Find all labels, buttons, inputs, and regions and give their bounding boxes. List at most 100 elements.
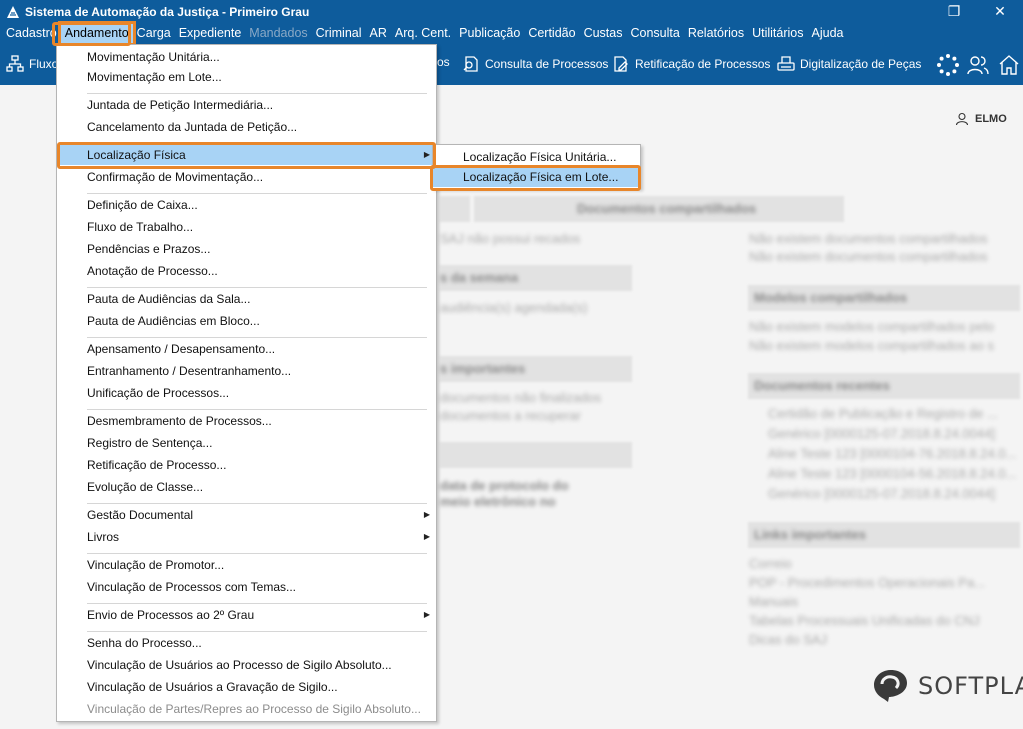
menu-item-label: Juntada de Petição Intermediária... (87, 98, 274, 112)
loading-spinner-icon[interactable] (936, 53, 960, 77)
menu-item-14[interactable]: Entranhamento / Desentranhamento... (57, 361, 436, 381)
menu-item-26[interactable]: Vinculação de Usuários ao Processo de Si… (57, 655, 436, 675)
menu-separator (87, 503, 427, 504)
localizacao-fisica-unitaria-item[interactable]: Localização Física Unitária... (433, 147, 640, 167)
menu-item-3[interactable]: Juntada de Petição Intermediária... (57, 95, 436, 115)
menu-separator (87, 409, 427, 410)
blur-text: SAJ não possui recados (440, 231, 581, 246)
menu-item-6[interactable]: Confirmação de Movimentação... (57, 167, 436, 187)
menu-arq-cent[interactable]: Arq. Cent. (391, 24, 455, 43)
user-info[interactable]: ELMO (955, 112, 1007, 126)
users-icon[interactable] (966, 53, 990, 77)
menu-ar[interactable]: AR (366, 24, 391, 43)
menu-carga[interactable]: Carga (133, 24, 175, 43)
edit-document-icon (614, 56, 628, 72)
menu-item-label: Gestão Documental (87, 508, 194, 522)
menu-item-12[interactable]: Pauta de Audiências em Bloco... (57, 311, 436, 331)
window-title: Sistema de Automação da Justiça - Primei… (25, 4, 310, 19)
menu-criminal[interactable]: Criminal (312, 24, 366, 43)
menu-publica-o[interactable]: Publicação (455, 24, 524, 43)
menu-item-label: Pauta de Audiências em Bloco... (87, 314, 260, 328)
menu-item-1[interactable]: Movimentação Unitária... (57, 47, 436, 67)
localizacao-fisica-lote-item[interactable]: Localização Física em Lote... (433, 167, 640, 187)
menu-item-label: Retificação de Processo... (87, 458, 227, 472)
menu-item-label: Pendências e Prazos... (87, 242, 211, 256)
digitalizacao-label: Digitalização de Peças (800, 57, 922, 71)
menu-bar: Cadastro Andamento Carga Expediente Mandados… (0, 21, 1023, 46)
menu-item-9[interactable]: Pendências e Prazos... (57, 239, 436, 259)
menu-item-2[interactable]: Movimentação em Lote... (57, 67, 436, 87)
andamento-menu: Movimentação Unitária... Movimentação em … (56, 44, 437, 722)
menu-item-label: Vinculação de Promotor... (87, 558, 225, 572)
digitalizacao-pecas-button[interactable]: Digitalização de Peças (777, 55, 921, 73)
menu-item-27[interactable]: Vinculação de Usuários a Gravação de Sig… (57, 677, 436, 697)
menu-item-18[interactable]: Retificação de Processo... (57, 455, 436, 475)
home-icon[interactable] (997, 53, 1021, 77)
menu-item-label: Livros (87, 530, 120, 544)
menu-item-label: Vinculação de Partes/Repres ao Processo … (87, 702, 421, 716)
retificacao-label: Retificação de Processos (635, 57, 771, 71)
menu-item-4[interactable]: Cancelamento da Juntada de Petição... (57, 117, 436, 137)
menu-item-label: Vinculação de Usuários a Gravação de Sig… (87, 680, 338, 694)
menu-item-21[interactable]: Livros ▶ (57, 527, 436, 547)
panel-title: s importantes (440, 361, 526, 376)
menu-item-7[interactable]: Definição de Caixa... (57, 195, 436, 215)
menu-item-11[interactable]: Pauta de Audiências da Sala... (57, 289, 436, 309)
submenu-arrow-icon: ▶ (423, 150, 430, 159)
menu-item-label: Movimentação em Lote... (87, 70, 222, 84)
menu-ajuda[interactable]: Ajuda (808, 24, 848, 43)
menu-item-label: Confirmação de Movimentação... (87, 170, 264, 184)
menu-andamento[interactable]: Andamento (57, 21, 136, 46)
menu-utilit-rios[interactable]: Utilitários (748, 24, 807, 43)
menu-cadastro[interactable]: Cadastro (2, 24, 61, 43)
menu-item-16[interactable]: Desmembramento de Processos... (57, 411, 436, 431)
menu-item-10[interactable]: Anotação de Processo... (57, 261, 436, 281)
restore-button[interactable]: ❐ (931, 0, 977, 23)
menu-consulta[interactable]: Consulta (626, 24, 683, 43)
menu-custas[interactable]: Custas (580, 24, 627, 43)
menu-item-17[interactable]: Registro de Sentença... (57, 433, 436, 453)
menu-item-label: Registro de Sentença... (87, 436, 213, 450)
panel-title: Documentos recentes (754, 378, 890, 393)
blur-text: Não existem documentos compartilhados (749, 231, 988, 246)
menu-item-5[interactable]: Localização Física ▶ (57, 145, 436, 165)
user-icon (955, 112, 969, 126)
menu-item-label: Senha do Processo... (87, 636, 202, 650)
menu-item-13[interactable]: Apensamento / Desapensamento... (57, 339, 436, 359)
toolbar-partial-label[interactable]: os (437, 55, 450, 69)
menu-item-15[interactable]: Unificação de Processos... (57, 383, 436, 403)
menu-item-label: Vinculação de Processos com Temas... (87, 580, 296, 594)
menu-item-20[interactable]: Gestão Documental ▶ (57, 505, 436, 525)
menu-expediente[interactable]: Expediente (175, 24, 246, 43)
menu-item-label: Pauta de Audiências da Sala... (87, 292, 251, 306)
blur-text: Tabelas Processuais Unificadas do CNJ (749, 613, 980, 628)
retificacao-processos-button[interactable]: Retificação de Processos (612, 55, 770, 73)
menu-item-24[interactable]: Envio de Processos ao 2º Grau ▶ (57, 605, 436, 625)
blur-text: Genérico [0000125-07.2018.8.24.0044] (768, 486, 995, 501)
fluxo-button[interactable]: Fluxo (6, 55, 58, 73)
localizacao-fisica-submenu: Localização Física Unitária... Localizaçã… (432, 144, 641, 189)
menu-item-8[interactable]: Fluxo de Trabalho... (57, 217, 436, 237)
menu-separator (87, 93, 427, 94)
submenu-arrow-icon: ▶ (423, 532, 430, 541)
menu-relat-rios[interactable]: Relatórios (684, 24, 748, 43)
menu-item-label: Movimentação Unitária... (87, 50, 220, 64)
blur-text: audiência(s) agendada(s) (440, 300, 588, 315)
menu-item-23[interactable]: Vinculação de Processos com Temas... (57, 577, 436, 597)
menu-certid-o[interactable]: Certidão (524, 24, 579, 43)
menu-item-22[interactable]: Vinculação de Promotor... (57, 555, 436, 575)
menu-item-25[interactable]: Senha do Processo... (57, 633, 436, 653)
blur-text: Não existem modelos compartilhados ao s (749, 338, 994, 353)
menu-item-label: Fluxo de Trabalho... (87, 220, 194, 234)
menu-item-label: Vinculação de Usuários ao Processo de Si… (87, 658, 392, 672)
menu-item-19[interactable]: Evolução de Classe... (57, 477, 436, 497)
softplan-logo: SOFTPLAN (872, 668, 1023, 704)
blur-text: Aline Teste 123 [0000104-56.2018.8.24.0.… (768, 466, 1017, 481)
close-button[interactable]: ✕ (977, 0, 1023, 23)
menu-item-label: Cancelamento da Juntada de Petição... (87, 120, 298, 134)
panel-title: Documentos compartilhados (577, 201, 757, 216)
consulta-processos-button[interactable]: Consulta de Processos (462, 55, 608, 73)
search-document-icon (463, 56, 478, 72)
panel-title: Modelos compartilhados (754, 290, 908, 305)
menu-mandados[interactable]: Mandados (245, 24, 311, 43)
